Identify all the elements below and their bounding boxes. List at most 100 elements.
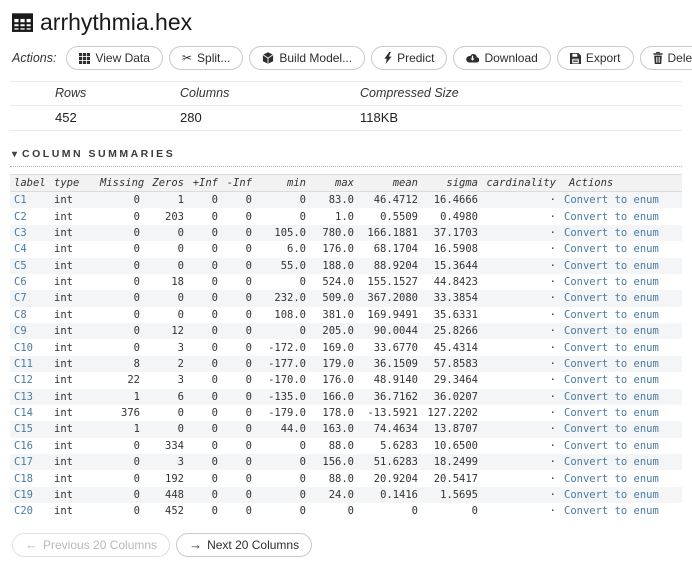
- sigma-cell: 0: [471, 505, 478, 518]
- max-cell: 166.0: [310, 388, 358, 405]
- cardinality-cell: ·: [482, 224, 560, 242]
- sigma-cell: 35.6331: [433, 308, 478, 321]
- max-cell: 176.0: [322, 374, 354, 387]
- min-cell: -172.0: [268, 341, 306, 354]
- grid-icon: [79, 52, 91, 64]
- column-label-link[interactable]: C19: [14, 489, 33, 501]
- actions-toolbar: Actions: View Data ✂ Split... Build Mode…: [12, 46, 692, 70]
- convert-to-enum-link[interactable]: Convert to enum: [564, 407, 659, 419]
- max-cell: 163.0: [310, 421, 358, 438]
- convert-to-enum-link[interactable]: Convert to enum: [564, 292, 659, 304]
- table-row: C18 int 0 192 0 0 0 88.0 20.9204 20.5417…: [10, 470, 682, 486]
- convert-to-enum-link[interactable]: Convert to enum: [564, 260, 659, 272]
- zeros-cell: 0: [177, 407, 184, 420]
- missing-cell: 1: [96, 421, 144, 438]
- max-cell: 1.0: [335, 210, 354, 223]
- convert-to-enum-link[interactable]: Convert to enum: [564, 456, 659, 468]
- convert-to-enum-link[interactable]: Convert to enum: [564, 194, 659, 206]
- column-label-link[interactable]: C10: [14, 342, 33, 354]
- ninf-cell: 0: [222, 191, 256, 209]
- table-row: C1 int 0 1 0 0 0 83.0 46.4712 16.4666 · …: [10, 191, 682, 209]
- column-type-cell: int: [54, 341, 73, 354]
- column-summaries-section-header[interactable]: ▾ COLUMN SUMMARIES: [10, 148, 682, 167]
- table-icon: [12, 12, 33, 33]
- cardinality-cell: ·: [482, 323, 560, 340]
- convert-to-enum-link[interactable]: Convert to enum: [564, 391, 659, 403]
- split-button[interactable]: ✂ Split...: [168, 46, 244, 70]
- mean-cell: 48.9140: [373, 374, 418, 387]
- column-label-link[interactable]: C18: [14, 473, 33, 485]
- convert-to-enum-link[interactable]: Convert to enum: [564, 325, 659, 337]
- zeros-cell: 0: [177, 308, 184, 321]
- table-row: C4 int 0 0 0 0 6.0 176.0 68.1704 16.5908…: [10, 241, 682, 257]
- convert-to-enum-link[interactable]: Convert to enum: [564, 211, 659, 223]
- max-cell: 176.0: [322, 243, 354, 256]
- pinf-cell: 0: [188, 257, 222, 274]
- build-model-button[interactable]: Build Model...: [249, 46, 366, 70]
- convert-to-enum-link[interactable]: Convert to enum: [564, 243, 659, 255]
- convert-to-enum-link[interactable]: Convert to enum: [564, 489, 659, 501]
- view-data-button[interactable]: View Data: [66, 46, 163, 70]
- column-label-link[interactable]: C6: [14, 276, 27, 288]
- column-label-link[interactable]: C16: [14, 440, 33, 452]
- column-label-link[interactable]: C4: [14, 243, 27, 255]
- sigma-cell: 29.3464: [433, 374, 478, 387]
- cardinality-cell: ·: [549, 374, 556, 387]
- column-label-link[interactable]: C14: [14, 407, 33, 419]
- ninf-cell: 0: [245, 374, 252, 387]
- columns-value: 280: [180, 110, 202, 125]
- scissors-icon: ✂: [181, 51, 193, 65]
- previous-20-columns-button[interactable]: ← Previous 20 Columns: [12, 532, 171, 557]
- column-label-link[interactable]: C11: [14, 358, 33, 370]
- column-type-cell: int: [50, 290, 96, 307]
- column-label-cell: C18: [10, 470, 50, 486]
- convert-to-enum-link[interactable]: Convert to enum: [564, 440, 659, 452]
- convert-to-enum-link[interactable]: Convert to enum: [564, 342, 659, 354]
- cube-icon: [262, 52, 274, 64]
- column-label-link[interactable]: C13: [14, 391, 33, 403]
- column-label-link[interactable]: C5: [14, 260, 27, 272]
- column-label-link[interactable]: C17: [14, 456, 33, 468]
- pinf-cell: 0: [188, 224, 222, 242]
- column-label-link[interactable]: C8: [14, 309, 27, 321]
- mean-cell: 0: [411, 505, 418, 518]
- convert-to-enum-link[interactable]: Convert to enum: [564, 358, 659, 370]
- table-row: C20 int 0 452 0 0 0 0 0 0 · Convert to e…: [10, 503, 682, 519]
- column-actions-cell: Convert to enum: [560, 224, 682, 242]
- export-button[interactable]: Export: [556, 46, 634, 70]
- convert-to-enum-link[interactable]: Convert to enum: [564, 276, 659, 288]
- ninf-cell: 0: [245, 276, 252, 289]
- summary-rows: C1 int 0 1 0 0 0 83.0 46.4712 16.4666 · …: [10, 191, 682, 520]
- column-label-link[interactable]: C12: [14, 374, 33, 386]
- column-label-link[interactable]: C9: [14, 325, 27, 337]
- cardinality-cell: ·: [482, 388, 560, 405]
- convert-to-enum-link[interactable]: Convert to enum: [564, 227, 659, 239]
- cardinality-cell: ·: [549, 210, 556, 223]
- zeros-cell: 192: [165, 472, 184, 485]
- next-20-columns-button[interactable]: → Next 20 Columns: [176, 532, 313, 557]
- column-label-link[interactable]: C1: [14, 194, 27, 206]
- column-label-cell: C11: [10, 355, 50, 373]
- column-type-cell: int: [54, 210, 73, 223]
- convert-to-enum-link[interactable]: Convert to enum: [564, 505, 659, 517]
- convert-to-enum-link[interactable]: Convert to enum: [564, 309, 659, 321]
- delete-button[interactable]: Delete: [639, 46, 692, 70]
- mean-cell: 68.1704: [373, 243, 418, 256]
- zeros-cell: 3: [144, 454, 188, 471]
- min-cell: 0: [256, 191, 310, 209]
- download-button[interactable]: Download: [453, 46, 551, 70]
- min-cell: 0: [299, 439, 306, 452]
- compressed-size-value: 118KB: [360, 110, 399, 125]
- ninf-cell: 0: [245, 308, 252, 321]
- predict-button[interactable]: Predict: [371, 46, 448, 70]
- column-label-link[interactable]: C3: [14, 227, 27, 239]
- table-row: C19 int 0 448 0 0 0 24.0 0.1416 1.5695 ·…: [10, 486, 682, 504]
- convert-to-enum-link[interactable]: Convert to enum: [564, 473, 659, 485]
- convert-to-enum-link[interactable]: Convert to enum: [564, 374, 659, 386]
- convert-to-enum-link[interactable]: Convert to enum: [564, 423, 659, 435]
- column-label-link[interactable]: C2: [14, 211, 27, 223]
- column-label-link[interactable]: C7: [14, 292, 27, 304]
- column-label-link[interactable]: C15: [14, 423, 33, 435]
- pinf-cell: 0: [211, 407, 218, 420]
- column-label-link[interactable]: C20: [14, 505, 33, 517]
